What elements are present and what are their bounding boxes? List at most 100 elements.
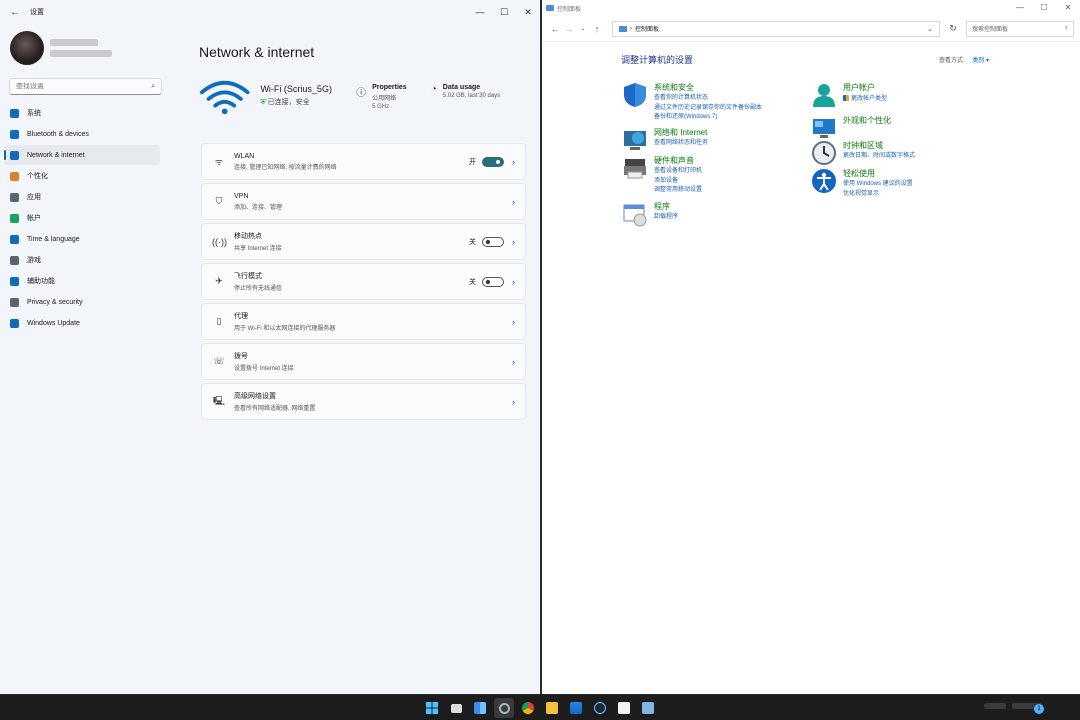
recent-dropdown-icon[interactable]: ⌄ <box>576 25 590 32</box>
settings-card-0[interactable]: ᯤ WLAN 连接, 管理已知网络, 按流量计费的网络 开 › <box>201 143 526 180</box>
chevron-right-icon[interactable]: › <box>512 317 515 327</box>
cpanel-search-box[interactable]: 搜索控制面板 ⌕ <box>966 20 1074 37</box>
chevron-right-icon[interactable]: › <box>512 157 515 167</box>
sidebar-item-8[interactable]: 辅助功能 <box>4 271 160 291</box>
toggle-switch[interactable] <box>482 236 504 247</box>
category-link[interactable]: 添加设备 <box>654 178 702 186</box>
minimize-icon[interactable]: — <box>468 0 492 24</box>
sidebar-item-10[interactable]: Windows Update <box>4 313 160 333</box>
close-icon[interactable]: ✕ <box>516 0 540 24</box>
category-link[interactable]: 备份和还原(Windows 7) <box>654 114 762 122</box>
category-link[interactable]: 优化视觉显示 <box>843 191 913 199</box>
category-title[interactable]: 轻松使用 <box>843 168 913 179</box>
chrome-taskbar-button[interactable] <box>518 698 538 718</box>
settings-taskbar-button[interactable] <box>494 698 514 718</box>
close-icon[interactable]: ✕ <box>1056 0 1080 16</box>
category-link[interactable]: 更改帐户类型 <box>843 95 887 104</box>
category-title[interactable]: 时钟和区域 <box>843 140 915 151</box>
category-link-text[interactable]: 添加设备 <box>654 178 678 184</box>
chevron-right-icon[interactable]: › <box>512 197 515 207</box>
category-link-text[interactable]: 查看你的计算机状态 <box>654 95 708 101</box>
category-title[interactable]: 外观和个性化 <box>843 115 891 126</box>
store-button[interactable] <box>566 698 586 718</box>
sidebar-item-5[interactable]: 帐户 <box>4 208 160 228</box>
category-link-text[interactable]: 查看网络状态和任务 <box>654 140 708 146</box>
steam-button[interactable] <box>590 698 610 718</box>
refresh-icon[interactable]: ↻ <box>944 23 962 34</box>
clock-region-icon[interactable] <box>811 140 837 166</box>
settings-search-input[interactable] <box>16 83 152 90</box>
settings-card-3[interactable]: ✈ 飞行模式 停止所有无线通信关 › <box>201 263 526 300</box>
settings-card-1[interactable]: ⛉ VPN 添加、连接、管理 › <box>201 183 526 220</box>
chevron-right-icon[interactable]: › <box>512 357 515 367</box>
category-link-text[interactable]: 备份和还原(Windows 7) <box>654 114 717 120</box>
widgets-button[interactable] <box>470 698 490 718</box>
control-panel-taskbar-button[interactable] <box>638 698 658 718</box>
category-title[interactable]: 用户帐户 <box>843 82 887 93</box>
settings-search-box[interactable]: ⌕ <box>9 78 162 95</box>
security-shield-icon[interactable] <box>622 82 648 108</box>
back-arrow-icon[interactable]: ← <box>548 24 562 34</box>
settings-card-2[interactable]: ((·)) 移动热点 共享 Internet 连接关 › <box>201 223 526 260</box>
address-bar[interactable]: › 控制面板 ⌄ <box>612 20 940 37</box>
file-explorer-button[interactable] <box>542 698 562 718</box>
category-title[interactable]: 程序 <box>654 201 678 212</box>
settings-card-4[interactable]: ▯ 代理 用于 Wi-Fi 和以太网连接的代理服务器 › <box>201 303 526 340</box>
cpanel-search-placeholder[interactable]: 搜索控制面板 <box>972 24 1008 33</box>
app-button-8[interactable] <box>614 698 634 718</box>
properties-link[interactable]: ⓘ Properties 公用网络 5 GHz <box>356 84 423 110</box>
category-link[interactable]: 通过文件历史记录保存你的文件备份副本 <box>654 105 762 113</box>
category-link[interactable]: 更改日期、时间或数字格式 <box>843 153 915 161</box>
sidebar-item-9[interactable]: Privacy & security <box>4 292 160 312</box>
search-icon[interactable]: ⌕ <box>151 83 155 91</box>
printer-icon[interactable] <box>622 155 648 181</box>
category-link-text[interactable]: 查看设备和打印机 <box>654 168 702 174</box>
sidebar-item-2[interactable]: Network & internet <box>4 145 160 165</box>
settings-card-6[interactable]: 🖳 高级网络设置 查看所有网络适配器, 网络重置 › <box>201 383 526 420</box>
user-accounts-icon[interactable] <box>811 82 837 108</box>
category-link-text[interactable]: 通过文件历史记录保存你的文件备份副本 <box>654 105 762 111</box>
view-by-dropdown[interactable]: 类别 ▾ <box>972 58 989 64</box>
category-link[interactable]: 使用 Windows 建议的设置 <box>843 181 913 189</box>
category-link-text[interactable]: 卸载程序 <box>654 214 678 220</box>
appearance-icon[interactable] <box>811 115 837 141</box>
category-title[interactable]: 系统和安全 <box>654 82 762 93</box>
maximize-icon[interactable]: ☐ <box>1032 0 1056 16</box>
category-link[interactable]: 卸载程序 <box>654 214 678 222</box>
category-link-text[interactable]: 调整常用移动设置 <box>654 187 702 193</box>
forward-arrow-icon[interactable]: → <box>562 24 576 34</box>
settings-card-5[interactable]: ☏ 拨号 设置拨号 Internet 连接 › <box>201 343 526 380</box>
task-view-button[interactable] <box>446 698 466 718</box>
category-link-text[interactable]: 更改帐户类型 <box>851 96 887 102</box>
chevron-right-icon[interactable]: › <box>512 397 515 407</box>
notification-badge[interactable]: 1 <box>1034 704 1044 714</box>
category-title[interactable]: 硬件和声音 <box>654 155 702 166</box>
sidebar-item-6[interactable]: Time & language <box>4 229 160 249</box>
category-link[interactable]: 查看设备和打印机 <box>654 168 702 176</box>
category-link-text[interactable]: 更改日期、时间或数字格式 <box>843 153 915 159</box>
up-arrow-icon[interactable]: ↑ <box>590 24 604 34</box>
data-usage-link[interactable]: ◔ Data usage 5.02 GB, last 30 days <box>431 84 526 99</box>
category-link[interactable]: 查看你的计算机状态 <box>654 95 762 103</box>
breadcrumb[interactable]: 控制面板 <box>635 24 659 33</box>
maximize-icon[interactable]: ☐ <box>492 0 516 24</box>
category-link[interactable]: 查看网络状态和任务 <box>654 140 708 148</box>
category-link-text[interactable]: 优化视觉显示 <box>843 191 879 197</box>
programs-icon[interactable] <box>622 201 648 227</box>
toggle-switch[interactable] <box>482 276 504 287</box>
start-button[interactable] <box>422 698 442 718</box>
category-link[interactable]: 调整常用移动设置 <box>654 187 702 195</box>
sidebar-item-4[interactable]: 应用 <box>4 187 160 207</box>
back-arrow-icon[interactable]: ← <box>10 7 20 18</box>
network-globe-icon[interactable] <box>622 127 648 153</box>
sidebar-item-7[interactable]: 游戏 <box>4 250 160 270</box>
ease-of-access-icon[interactable] <box>811 168 837 194</box>
category-title[interactable]: 网络和 Internet <box>654 127 708 138</box>
search-icon[interactable]: ⌕ <box>1065 25 1068 32</box>
sidebar-item-3[interactable]: 个性化 <box>4 166 160 186</box>
minimize-icon[interactable]: — <box>1008 0 1032 16</box>
toggle-switch[interactable] <box>482 156 504 167</box>
category-link-text[interactable]: 使用 Windows 建议的设置 <box>843 181 913 187</box>
chevron-right-icon[interactable]: › <box>512 277 515 287</box>
user-profile[interactable] <box>0 24 170 72</box>
